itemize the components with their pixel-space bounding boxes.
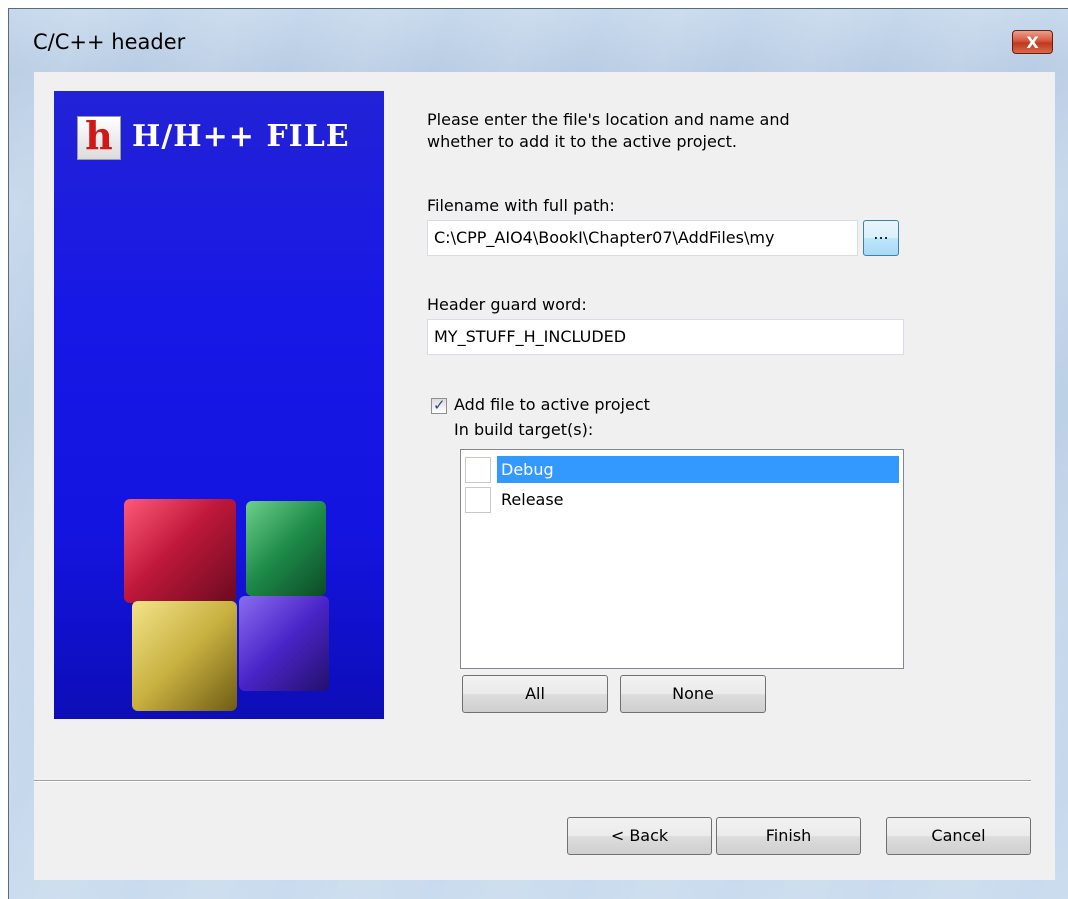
footer-divider [34,780,1031,782]
list-item-debug[interactable]: Debug [461,454,901,484]
yellow-cube-graphic [132,601,237,711]
list-item-label: Debug [497,456,899,483]
list-item-release[interactable]: Release [461,484,901,514]
logo-letter: h [85,113,113,158]
close-button[interactable]: X [1012,30,1053,54]
header-file-logo-icon: h [77,116,121,160]
instruction-line-1: Please enter the file's location and nam… [427,110,790,129]
list-item-label: Release [501,490,564,509]
filename-label: Filename with full path: [427,196,615,215]
build-targets-label: In build target(s): [454,420,594,439]
purple-cube-graphic [239,596,329,691]
instruction-line-2: whether to add it to the active project. [427,132,737,151]
red-cube-graphic [124,499,236,603]
close-icon: X [1026,32,1039,52]
debug-checkbox[interactable] [465,457,491,483]
browse-button[interactable]: ... [863,220,899,256]
wizard-banner-image: h H/H++ FILE [54,91,384,719]
dialog-client-area: h H/H++ FILE Please enter the file's loc… [34,72,1055,880]
header-guard-input[interactable]: MY_STUFF_H_INCLUDED [427,319,904,355]
back-button[interactable]: < Back [567,817,712,855]
select-none-button[interactable]: None [620,675,766,713]
green-cube-graphic [246,501,326,596]
dialog-title: C/C++ header [33,30,186,54]
cancel-button[interactable]: Cancel [886,817,1031,855]
build-targets-list[interactable]: Debug Release [460,449,904,669]
banner-caption: H/H++ FILE [132,119,350,154]
finish-button[interactable]: Finish [716,817,861,855]
header-guard-label: Header guard word: [427,295,587,314]
release-checkbox[interactable] [465,487,491,513]
add-to-project-label[interactable]: Add file to active project [454,395,650,414]
add-to-project-checkbox[interactable] [431,396,447,414]
instruction-text: Please enter the file's location and nam… [427,109,887,153]
filename-input[interactable]: C:\CPP_AIO4\BookI\Chapter07\AddFiles\my [427,220,858,256]
select-all-button[interactable]: All [462,675,608,713]
